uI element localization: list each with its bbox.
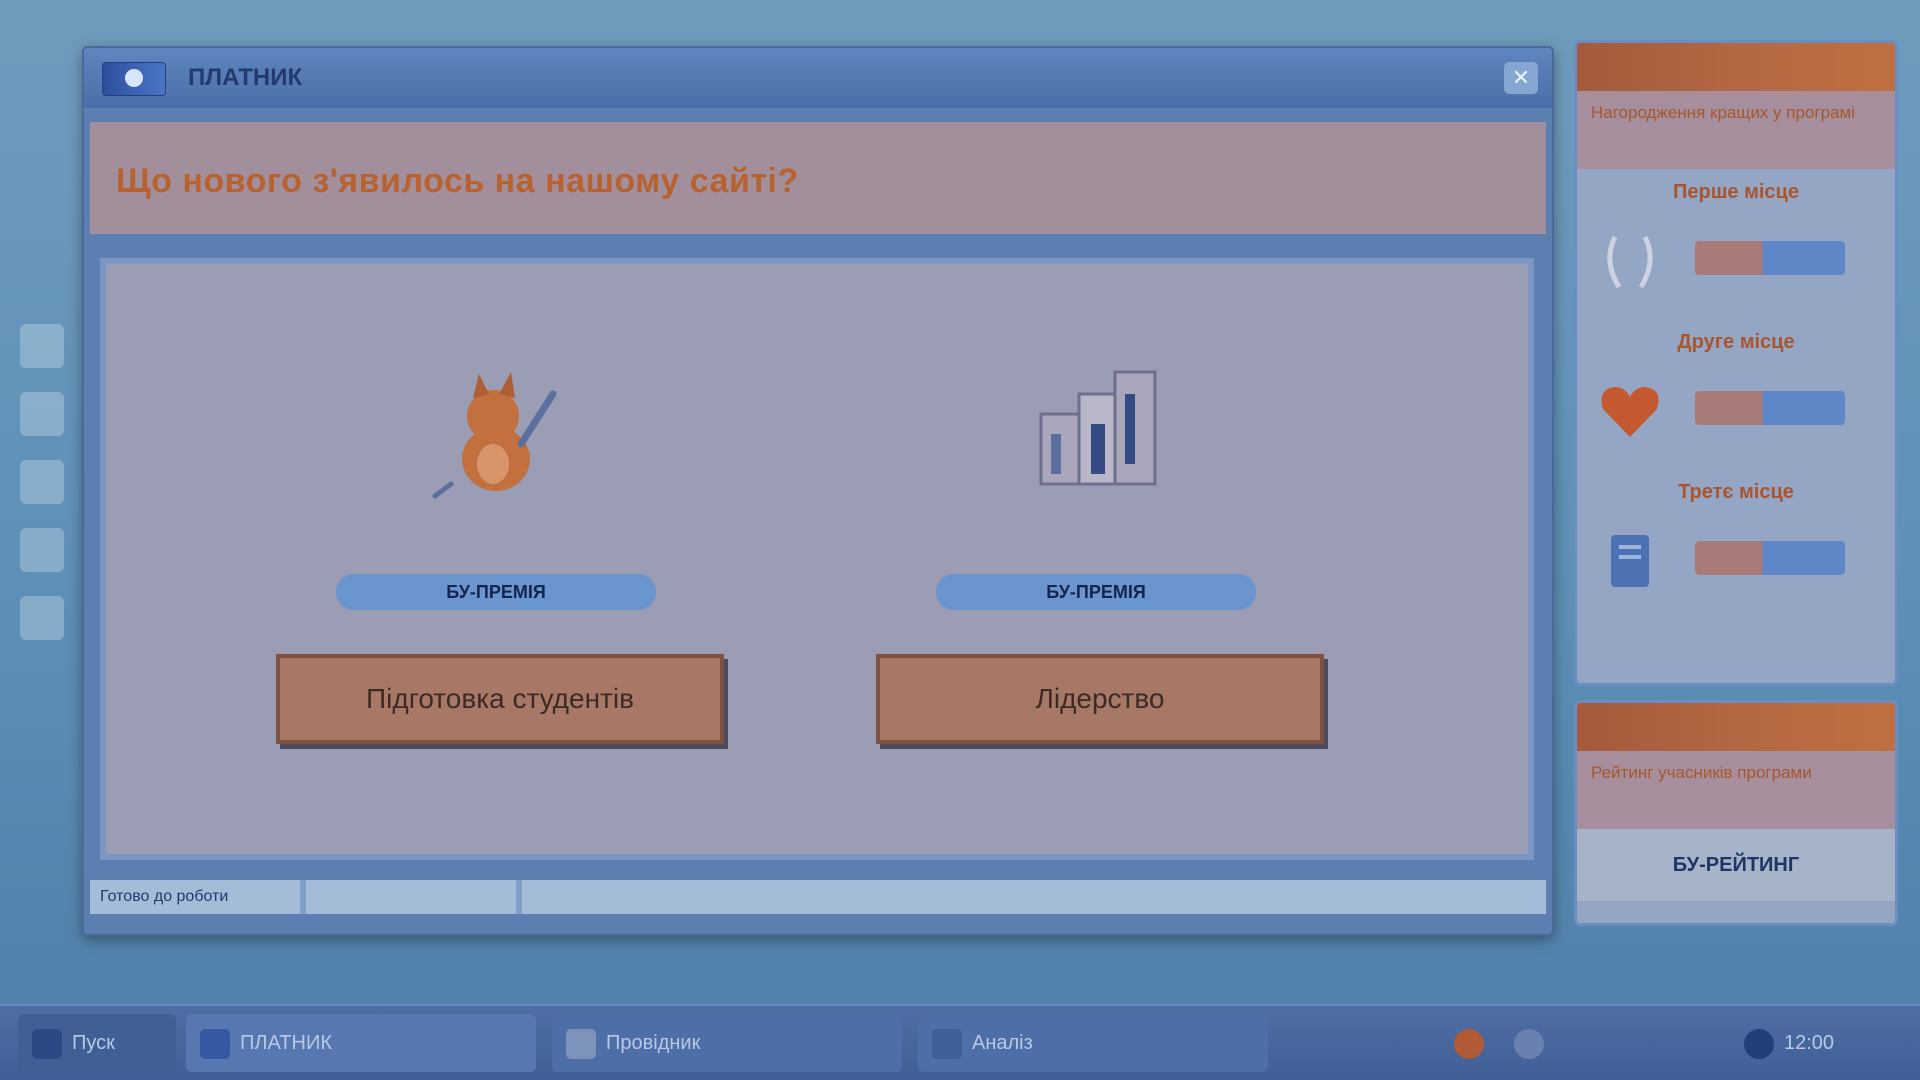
desktop-icon[interactable] <box>20 460 64 504</box>
card-subtitle: Нагородження кращих у програмі <box>1577 91 1895 169</box>
clock-icon <box>1744 1028 1774 1059</box>
main-window: ПЛАТНИК ✕ Що нового з'явилось на нашому … <box>82 46 1554 936</box>
prize-action[interactable] <box>1695 391 1845 425</box>
start-icon <box>32 1028 62 1059</box>
document-icon <box>1611 535 1649 587</box>
tray-icon[interactable] <box>1440 1014 1484 1072</box>
shield-icon <box>1514 1028 1544 1059</box>
option-button-students[interactable]: Підготовка студентів <box>276 654 724 744</box>
rating-link[interactable]: БУ-РЕЙТИНГ <box>1577 829 1895 901</box>
prize-action[interactable] <box>1695 541 1845 575</box>
start-label: Пуск <box>72 1032 115 1054</box>
prize-row: Перше місце <box>1577 169 1895 319</box>
window-title: ПЛАТНИК <box>188 64 303 91</box>
books-stack-icon <box>1039 370 1157 486</box>
status-segment <box>522 880 1546 914</box>
taskbar-item-label: Аналіз <box>972 1032 1033 1054</box>
chart-icon <box>932 1028 962 1059</box>
desktop-icon[interactable] <box>20 596 64 640</box>
option-badge: БУ-ПРЕМІЯ <box>936 574 1256 610</box>
card-header <box>1577 43 1895 91</box>
tray-time: 12:00 <box>1784 1032 1835 1054</box>
taskbar: Пуск ПЛАТНИК Провідник Аналіз 12:00 <box>0 1004 1920 1080</box>
folder-icon <box>566 1028 596 1059</box>
close-button[interactable]: ✕ <box>1504 62 1538 94</box>
app-logo-icon <box>200 1028 230 1059</box>
window-titlebar[interactable]: ПЛАТНИК ✕ <box>84 48 1552 108</box>
option-button-leadership[interactable]: Лідерство <box>876 654 1324 744</box>
cat-with-bat-icon <box>432 372 557 499</box>
taskbar-item[interactable]: Провідник <box>552 1014 902 1072</box>
prizes-card: Нагородження кращих у програмі Перше міс… <box>1574 40 1898 686</box>
content-area: БУ-ПРЕМІЯ Підготовка студентів БУ-ПРЕМІЯ… <box>100 258 1534 860</box>
taskbar-item[interactable]: ПЛАТНИК <box>186 1014 536 1072</box>
status-segment: Готово до роботи <box>90 880 300 914</box>
prize-label: Третє місце <box>1678 481 1794 503</box>
banner-text: Що нового з'явилось на нашому сайті? <box>116 162 799 200</box>
start-button[interactable]: Пуск <box>18 1014 176 1072</box>
card-header <box>1577 703 1895 751</box>
prize-row: Друге місце <box>1577 319 1895 469</box>
option-badge: БУ-ПРЕМІЯ <box>336 574 656 610</box>
prize-row: Третє місце <box>1577 469 1895 619</box>
option-card-1: БУ-ПРЕМІЯ Підготовка студентів <box>266 264 726 854</box>
taskbar-item-label: Провідник <box>606 1032 701 1054</box>
card-subtitle: Рейтинг учасників програми <box>1577 751 1895 829</box>
desktop-icon[interactable] <box>20 324 64 368</box>
app-logo-icon <box>102 62 166 96</box>
fire-icon <box>1454 1028 1484 1059</box>
laurel-icon <box>1607 235 1653 289</box>
status-segment <box>306 880 516 914</box>
taskbar-item-label: ПЛАТНИК <box>240 1032 332 1054</box>
desktop-icons <box>12 300 72 760</box>
prize-action[interactable] <box>1695 241 1845 275</box>
option-card-2: БУ-ПРЕМІЯ Лідерство <box>866 264 1326 854</box>
prize-label: Перше місце <box>1673 181 1799 203</box>
desktop-icon[interactable] <box>20 528 64 572</box>
prize-label: Друге місце <box>1677 331 1795 353</box>
desktop-icon[interactable] <box>20 392 64 436</box>
rating-card: Рейтинг учасників програми БУ-РЕЙТИНГ <box>1574 700 1898 926</box>
banner: Що нового з'явилось на нашому сайті? <box>90 122 1546 234</box>
right-panel: Нагородження кращих у програмі Перше міс… <box>1574 40 1898 940</box>
tray-clock[interactable]: 12:00 <box>1730 1014 1900 1072</box>
heart-icon <box>1601 387 1659 437</box>
taskbar-item[interactable]: Аналіз <box>918 1014 1268 1072</box>
status-bar: Готово до роботи <box>90 880 1546 914</box>
tray-icon[interactable] <box>1500 1014 1544 1072</box>
